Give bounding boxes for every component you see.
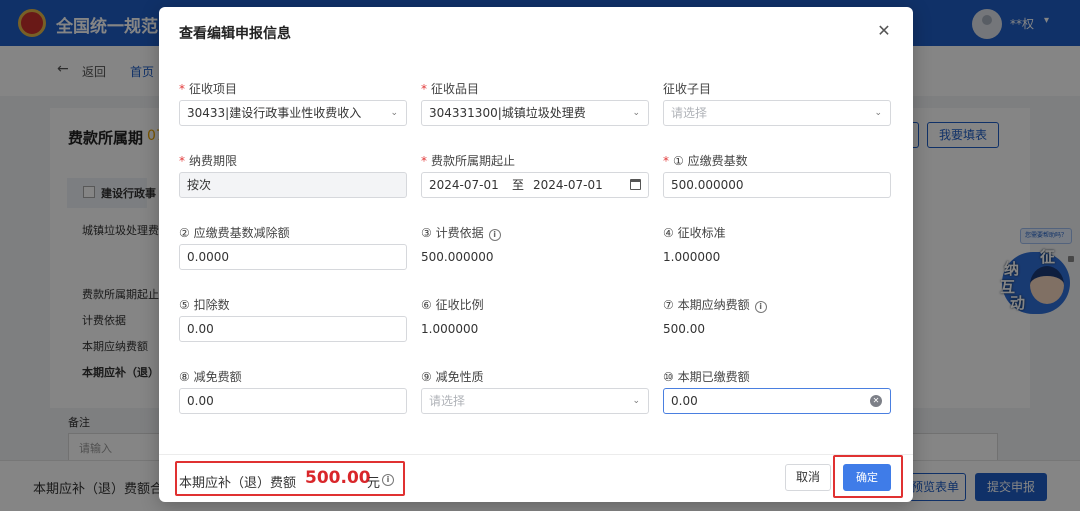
- reduction-amount-input[interactable]: 0.00: [179, 388, 407, 414]
- payment-term-label: * 纳费期限: [179, 154, 238, 168]
- base-deduction-value: 0.0000: [187, 250, 229, 264]
- base-deduction-input[interactable]: 0.0000: [179, 244, 407, 270]
- chevron-down-icon: ⌄: [874, 108, 882, 118]
- payable-label: ⑦ 本期应纳费额 i: [663, 296, 767, 313]
- deduction-value: 0.00: [187, 322, 214, 336]
- period-start-value[interactable]: 2024-07-01: [429, 178, 499, 192]
- levy-item-value: 30433|建设行政事业性收费收入: [187, 106, 362, 120]
- total-balance-unit: 元: [367, 476, 381, 491]
- levy-category-select[interactable]: 304331300|城镇垃圾处理费 ⌄: [421, 100, 649, 126]
- edit-declaration-modal: 查看编辑申报信息 ✕ * 征收项目 30433|建设行政事业性收费收入 ⌄ * 征收…: [159, 7, 913, 502]
- levy-category-value: 304331300|城镇垃圾处理费: [429, 106, 586, 120]
- levy-subitem-select[interactable]: 请选择 ⌄: [663, 100, 891, 126]
- reduction-nature-label: ⑨ 减免性质: [421, 370, 484, 384]
- paid-value: 0.00: [671, 394, 698, 408]
- levy-standard-value: 1.000000: [663, 250, 721, 264]
- levy-standard-label: ④ 征收标准: [663, 226, 726, 240]
- cancel-button[interactable]: 取消: [785, 464, 831, 491]
- fee-base-input[interactable]: 500.000000: [663, 172, 891, 198]
- paid-label: ⑩ 本期已缴费额: [663, 370, 750, 384]
- confirm-button[interactable]: 确定: [843, 464, 891, 491]
- period-range-separator: 至: [512, 178, 525, 192]
- total-balance-highlight: 本期应补（退）费额 500.00 元 i: [175, 461, 405, 496]
- payment-term-field: 按次: [179, 172, 407, 198]
- total-balance-amount: 500.00: [305, 468, 371, 488]
- info-icon[interactable]: i: [382, 474, 394, 486]
- close-icon[interactable]: ✕: [873, 20, 895, 42]
- levy-category-label: * 征收品目: [421, 82, 480, 96]
- reduction-nature-placeholder: 请选择: [429, 394, 466, 408]
- required-marker: *: [663, 154, 669, 168]
- payment-term-value: 按次: [187, 178, 212, 192]
- deduction-label: ⑤ 扣除数: [179, 298, 230, 312]
- calendar-icon[interactable]: [630, 179, 641, 190]
- levy-ratio-label: ⑥ 征收比例: [421, 298, 484, 312]
- payable-value: 500.00: [663, 322, 705, 336]
- fee-basis-label: ③ 计费依据 i: [421, 224, 501, 241]
- footer-divider: [159, 454, 913, 455]
- clear-icon[interactable]: ✕: [870, 395, 882, 407]
- base-deduction-label: ② 应缴费基数减除额: [179, 226, 290, 240]
- info-icon[interactable]: i: [754, 301, 767, 313]
- reduction-amount-value: 0.00: [187, 394, 214, 408]
- chevron-down-icon: ⌄: [390, 108, 398, 118]
- levy-item-select[interactable]: 30433|建设行政事业性收费收入 ⌄: [179, 100, 407, 126]
- levy-item-label: * 征收项目: [179, 82, 238, 96]
- period-range-picker[interactable]: 2024-07-01 至 2024-07-01: [421, 172, 649, 198]
- levy-ratio-value: 1.000000: [421, 322, 479, 336]
- reduction-nature-select[interactable]: 请选择 ⌄: [421, 388, 649, 414]
- fee-base-value: 500.000000: [671, 178, 744, 192]
- required-marker: *: [179, 154, 185, 168]
- required-marker: *: [421, 82, 427, 96]
- modal-title: 查看编辑申报信息: [179, 26, 291, 42]
- paid-input[interactable]: 0.00 ✕: [663, 388, 891, 414]
- deduction-input[interactable]: 0.00: [179, 316, 407, 342]
- fee-base-label: * ① 应缴费基数: [663, 154, 748, 168]
- levy-subitem-placeholder: 请选择: [671, 106, 708, 120]
- chevron-down-icon: ⌄: [632, 108, 640, 118]
- required-marker: *: [179, 82, 185, 96]
- period-end-value[interactable]: 2024-07-01: [533, 173, 603, 197]
- total-balance-label: 本期应补（退）费额: [179, 476, 297, 491]
- period-range-label: * 费款所属期起止: [421, 154, 516, 168]
- required-marker: *: [421, 154, 427, 168]
- chevron-down-icon: ⌄: [632, 396, 640, 406]
- fee-basis-value: 500.000000: [421, 250, 494, 264]
- levy-subitem-label: 征收子目: [663, 82, 712, 96]
- reduction-amount-label: ⑧ 减免费额: [179, 370, 242, 384]
- info-icon[interactable]: i: [488, 229, 501, 241]
